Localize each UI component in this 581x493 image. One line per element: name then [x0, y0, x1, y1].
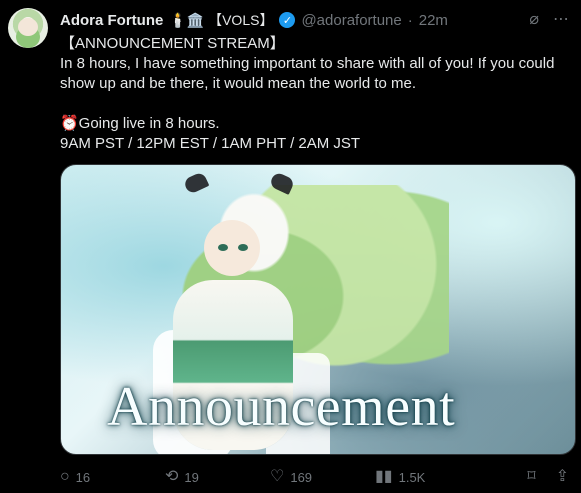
- repost-icon: ⟲: [165, 468, 179, 485]
- time-zones-line: 9AM PST / 12PM EST / 1AM PHT / 2AM JST: [60, 135, 361, 152]
- bookmark-icon[interactable]: ⌑: [527, 469, 535, 485]
- like-count: 169: [290, 469, 313, 485]
- post-text: 【ANNOUNCEMENT STREAM】 In 8 hours, I have…: [60, 34, 567, 154]
- share-icon[interactable]: ⇪: [556, 469, 569, 485]
- more-icon[interactable]: ⋯: [553, 12, 569, 28]
- reply-button[interactable]: ○ 16: [60, 469, 165, 485]
- post-image[interactable]: Announcement: [60, 164, 576, 455]
- avatar[interactable]: [8, 8, 48, 48]
- post-time[interactable]: 22m: [419, 12, 448, 29]
- views-count: 1.5K: [398, 469, 426, 485]
- views-icon: ▮▮: [375, 468, 393, 485]
- character-face: [204, 220, 260, 276]
- post-header: Adora Fortune 🕯️🏛️ 【VOLS】 ✓ @adorafortun…: [60, 10, 569, 30]
- author-badges: 🕯️🏛️ 【VOLS】: [169, 12, 274, 28]
- announcement-heading: 【ANNOUNCEMENT STREAM】: [60, 35, 285, 52]
- like-button[interactable]: ♡ 169: [270, 469, 375, 485]
- going-live-line: ⏰Going live in 8 hours.: [60, 115, 220, 132]
- like-icon: ♡: [270, 468, 285, 485]
- repost-count: 19: [184, 469, 199, 485]
- views-button[interactable]: ▮▮ 1.5K: [375, 469, 480, 485]
- verified-icon: ✓: [279, 12, 296, 28]
- secondary-actions: ⌑ ⇪: [527, 469, 569, 485]
- author-handle[interactable]: @adorafortune: [301, 12, 401, 29]
- separator-dot: ·: [407, 11, 413, 29]
- header-actions: ⌀ ⋯: [529, 12, 569, 28]
- repost-button[interactable]: ⟲ 19: [165, 469, 270, 485]
- grok-icon[interactable]: ⌀: [529, 12, 539, 28]
- reply-icon: ○: [60, 468, 70, 485]
- announcement-body: In 8 hours, I have something important t…: [60, 55, 555, 92]
- reply-count: 16: [75, 469, 91, 485]
- image-title: Announcement: [107, 376, 456, 438]
- author-name[interactable]: Adora Fortune: [60, 12, 163, 29]
- post-actions: ○ 16 ⟲ 19 ♡ 169 ▮▮ 1.5K ⌑ ⇪: [60, 466, 569, 488]
